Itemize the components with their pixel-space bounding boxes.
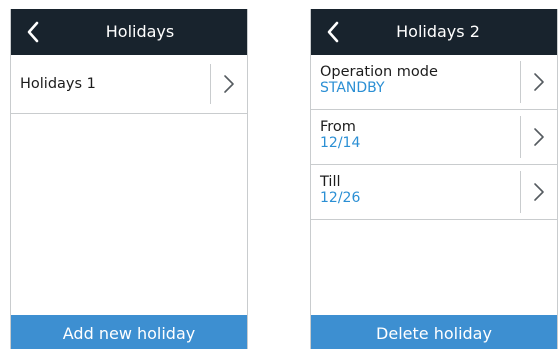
chevron-right-icon[interactable]	[529, 181, 549, 203]
setting-value: 12/26	[320, 190, 361, 206]
page-title: Holidays 2	[396, 22, 480, 41]
list-item-operation-mode[interactable]: Operation mode STANDBY	[311, 55, 557, 110]
row-divider	[520, 61, 521, 103]
setting-value: 12/14	[320, 135, 361, 151]
row-divider	[210, 64, 211, 104]
list-item-label: Holidays 1	[20, 76, 96, 92]
page-title: Holidays	[105, 22, 175, 41]
row-divider	[520, 116, 521, 158]
setting-value: STANDBY	[320, 80, 385, 96]
setting-label: Operation mode	[320, 64, 438, 80]
list-item-till[interactable]: Till 12/26	[311, 165, 557, 220]
header-bar: Holidays	[11, 9, 247, 55]
header-bar: Holidays 2	[311, 9, 557, 55]
holidays-list-screen: Holidays Holidays 1 Add new holiday	[10, 9, 248, 349]
delete-holiday-button[interactable]: Delete holiday	[311, 315, 557, 349]
row-divider	[520, 171, 521, 213]
holidays-screens: Holidays Holidays 1 Add new holiday Holi…	[0, 0, 558, 349]
chevron-right-icon[interactable]	[529, 126, 549, 148]
list-item-holiday-1[interactable]: Holidays 1	[11, 55, 247, 114]
holiday-detail-screen: Holidays 2 Operation mode STANDBY From 1…	[310, 9, 558, 349]
holiday-list: Holidays 1	[11, 55, 247, 114]
chevron-right-icon[interactable]	[219, 73, 239, 95]
setting-label: From	[320, 119, 356, 135]
holiday-settings-list: Operation mode STANDBY From 12/14 Till 1…	[311, 55, 557, 220]
setting-label: Till	[320, 174, 341, 190]
list-item-from[interactable]: From 12/14	[311, 110, 557, 165]
chevron-right-icon[interactable]	[529, 71, 549, 93]
add-new-holiday-button[interactable]: Add new holiday	[11, 315, 247, 349]
